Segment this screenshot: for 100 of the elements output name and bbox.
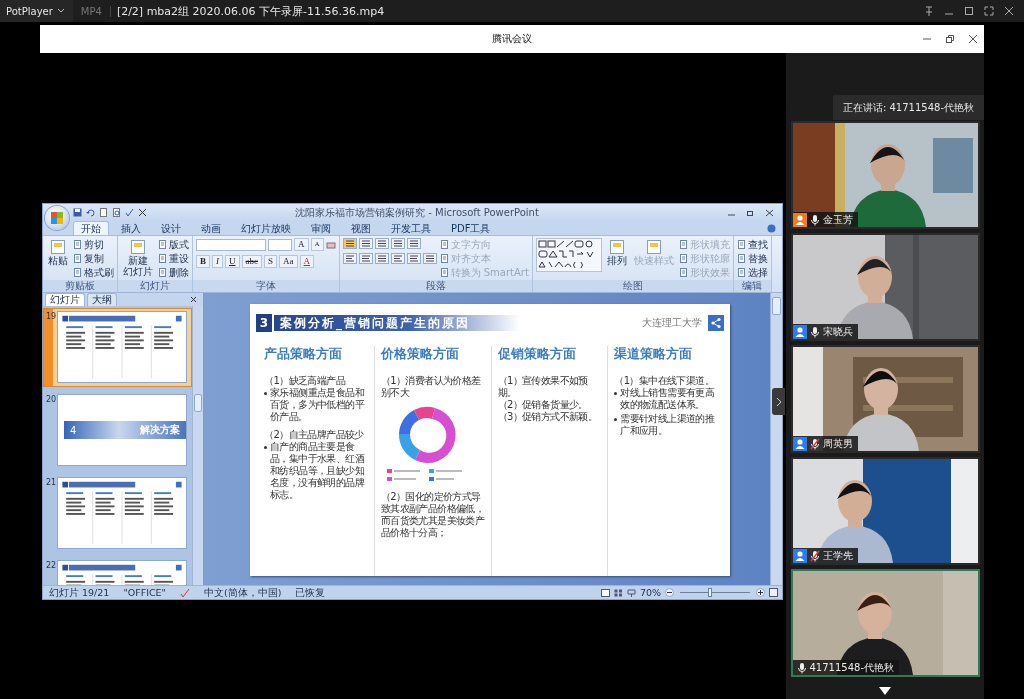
ribbon-tab[interactable]: 动画 bbox=[193, 221, 229, 235]
ribbon-button[interactable]: 选择 bbox=[736, 266, 768, 279]
slide-list-item[interactable]: 19 bbox=[43, 308, 192, 387]
pane-tab[interactable]: 幻灯片 bbox=[45, 293, 85, 306]
ribbon-button[interactable]: 剪切 bbox=[73, 238, 114, 251]
collapse-handle[interactable] bbox=[772, 388, 785, 415]
eraser-icon[interactable] bbox=[325, 239, 336, 250]
list-icon[interactable] bbox=[406, 238, 421, 249]
align-icon[interactable] bbox=[406, 253, 421, 264]
print-preview-icon[interactable] bbox=[112, 208, 121, 217]
slide-number: 19 bbox=[46, 312, 58, 322]
undo-icon[interactable] bbox=[86, 208, 95, 217]
cross-icon[interactable] bbox=[138, 208, 147, 217]
format-button[interactable]: Aa bbox=[279, 255, 298, 268]
ribbon-button[interactable]: 格式刷 bbox=[73, 266, 114, 279]
format-button[interactable]: I bbox=[212, 255, 223, 268]
file-title: [2/2] mba2组 2020.06.06 下午录屏-11.56.36.mp4 bbox=[116, 3, 385, 19]
normal-view-icon[interactable] bbox=[600, 588, 610, 597]
help-icon[interactable] bbox=[767, 223, 776, 233]
format-button[interactable]: U bbox=[225, 255, 240, 268]
list-icon[interactable] bbox=[374, 238, 389, 249]
align-icon[interactable] bbox=[390, 253, 405, 264]
slide-list-item[interactable]: 22 bbox=[43, 557, 192, 585]
ribbon-button[interactable]: 删除 bbox=[158, 266, 189, 279]
font-name-field[interactable] bbox=[196, 238, 266, 251]
bullet-icon bbox=[264, 446, 267, 449]
align-icon[interactable] bbox=[342, 253, 357, 264]
scrollbar[interactable] bbox=[770, 293, 782, 585]
zoom-level: 70% bbox=[639, 586, 661, 599]
close-icon[interactable] bbox=[190, 296, 197, 303]
scrollbar-thumb[interactable] bbox=[194, 394, 202, 412]
zoom-in-button[interactable] bbox=[756, 588, 765, 597]
save-icon[interactable] bbox=[73, 208, 82, 217]
ribbon-button[interactable]: 复制 bbox=[73, 252, 114, 265]
close-icon[interactable] bbox=[968, 34, 978, 44]
page-icon bbox=[439, 254, 449, 263]
font-size-button[interactable]: A bbox=[294, 238, 309, 251]
ribbon-button[interactable]: 新建 幻灯片 bbox=[121, 238, 155, 278]
slider-thumb[interactable] bbox=[708, 588, 712, 597]
paragraph: 自产的商品主要是食品，集中于水果、红酒和纺织品等，且缺少知名度，没有鲜明的品牌标志。 bbox=[270, 441, 366, 501]
paragraph: （1）消费者认为价格差别不大 bbox=[380, 375, 482, 399]
zoom-out-button[interactable] bbox=[665, 588, 674, 597]
page-icon[interactable] bbox=[99, 208, 108, 217]
slide-list-item[interactable]: 21 bbox=[43, 474, 192, 553]
shapes-gallery-drawing[interactable] bbox=[535, 238, 602, 272]
ribbon-button[interactable]: 版式 bbox=[158, 238, 189, 251]
scrollbar[interactable] bbox=[192, 306, 203, 585]
list-icon[interactable] bbox=[342, 238, 357, 249]
format-button[interactable]: S bbox=[264, 255, 278, 268]
ribbon-tab[interactable]: 开发工具 bbox=[383, 221, 439, 235]
ribbon-tab[interactable]: 审阅 bbox=[303, 221, 339, 235]
slide-list-item[interactable]: 20 4 解决方案 bbox=[43, 391, 192, 470]
format-button[interactable]: abc bbox=[241, 255, 262, 268]
down-arrow-icon[interactable] bbox=[879, 687, 891, 695]
ribbon-button[interactable]: 粘贴 bbox=[46, 238, 70, 267]
ribbon-button[interactable]: 替换 bbox=[736, 252, 768, 265]
ribbon-button[interactable]: 重设 bbox=[158, 252, 189, 265]
format-button[interactable]: A bbox=[299, 255, 315, 268]
page-icon bbox=[678, 268, 688, 277]
fullscreen-icon[interactable] bbox=[984, 6, 994, 16]
ribbon-tab[interactable]: 幻灯片放映 bbox=[233, 221, 299, 235]
page-icon bbox=[439, 240, 449, 249]
restore-icon[interactable] bbox=[746, 208, 755, 217]
list-icon[interactable] bbox=[390, 238, 405, 249]
scrollbar-thumb[interactable] bbox=[772, 297, 781, 315]
close-icon[interactable] bbox=[1004, 6, 1014, 16]
ribbon-button[interactable]: 查找 bbox=[736, 238, 768, 251]
align-icon[interactable] bbox=[422, 253, 437, 264]
check-icon[interactable] bbox=[125, 208, 134, 217]
bullet-icon bbox=[614, 418, 618, 421]
list-icon[interactable] bbox=[358, 238, 373, 249]
format-button[interactable]: B bbox=[196, 255, 210, 268]
spellcheck-icon[interactable] bbox=[180, 587, 190, 598]
app-menu-button[interactable]: PotPlayer bbox=[0, 0, 73, 22]
ribbon-tab[interactable]: 视图 bbox=[343, 221, 379, 235]
paragraph: 对线上销售需要有更高效的物流配送体系。 bbox=[620, 387, 716, 411]
sorter-view-icon[interactable] bbox=[613, 588, 623, 597]
page-icon bbox=[607, 239, 626, 255]
page-icon bbox=[439, 268, 449, 277]
fit-window-icon[interactable] bbox=[769, 588, 778, 597]
pin-icon[interactable] bbox=[924, 6, 934, 16]
slideshow-icon[interactable] bbox=[626, 588, 636, 597]
group-label: 段落 bbox=[339, 280, 532, 292]
maximize-icon[interactable] bbox=[964, 6, 974, 16]
ribbon-button[interactable]: 排列 bbox=[604, 238, 629, 267]
close-icon[interactable] bbox=[765, 208, 774, 217]
pane-tab[interactable]: 大纲 bbox=[87, 293, 117, 306]
ribbon-tab[interactable]: PDF工具 bbox=[443, 221, 499, 235]
list-line: （3）促销方式不新颖。 bbox=[497, 411, 599, 423]
office-button[interactable] bbox=[45, 206, 69, 230]
plus-icon bbox=[757, 589, 764, 596]
font-size-field[interactable] bbox=[268, 238, 292, 251]
restore-icon[interactable] bbox=[945, 34, 955, 44]
align-icon[interactable] bbox=[374, 253, 389, 264]
ribbon-tab[interactable]: 插入 bbox=[113, 221, 149, 235]
ribbon-tab[interactable]: 设计 bbox=[153, 221, 189, 235]
slide-number: 21 bbox=[46, 478, 58, 488]
align-icon[interactable] bbox=[358, 253, 373, 264]
slide-number: 22 bbox=[46, 561, 58, 571]
ribbon-tab[interactable]: 开始 bbox=[73, 221, 109, 235]
